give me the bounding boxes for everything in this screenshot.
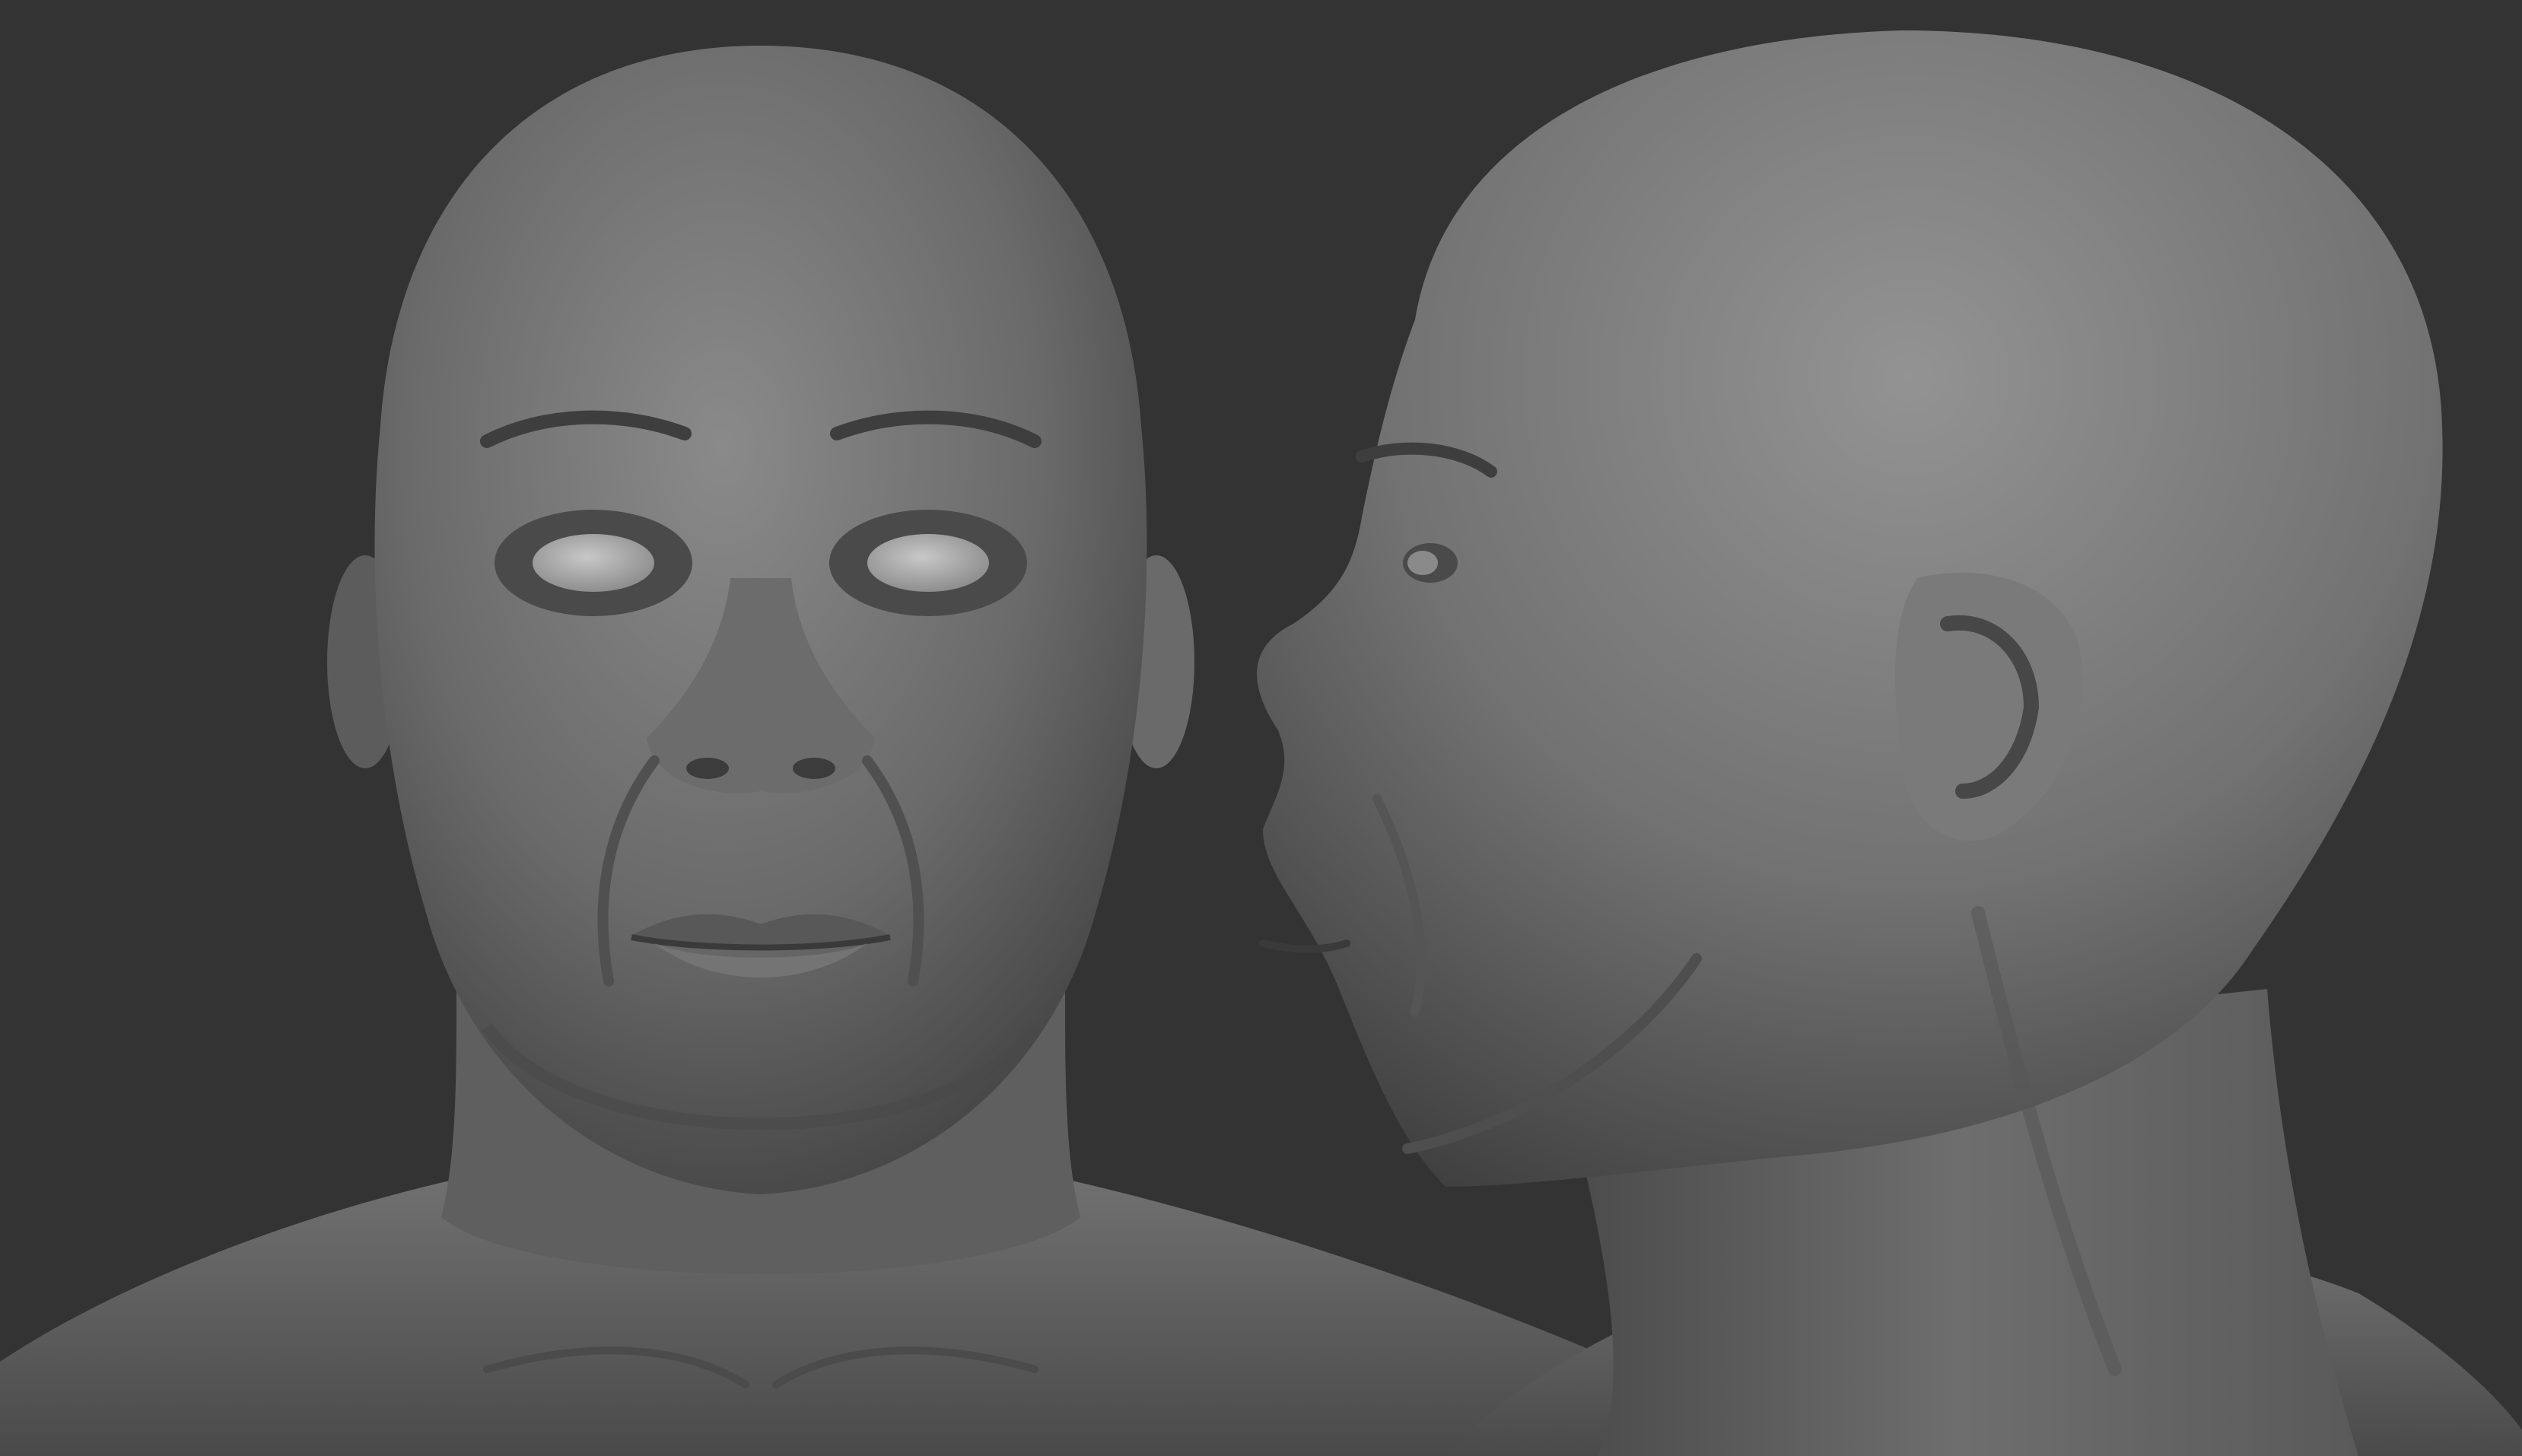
front-right-eye xyxy=(867,534,989,592)
front-nostril-right xyxy=(793,758,835,779)
front-nostril-left xyxy=(686,758,729,779)
side-eye-ball xyxy=(1407,551,1438,575)
front-left-eye xyxy=(533,534,654,592)
sculpt-render xyxy=(0,30,2522,1456)
side-profile-view xyxy=(1257,30,2522,1456)
render-canvas xyxy=(0,0,2522,1456)
side-mouth xyxy=(1259,939,1350,953)
